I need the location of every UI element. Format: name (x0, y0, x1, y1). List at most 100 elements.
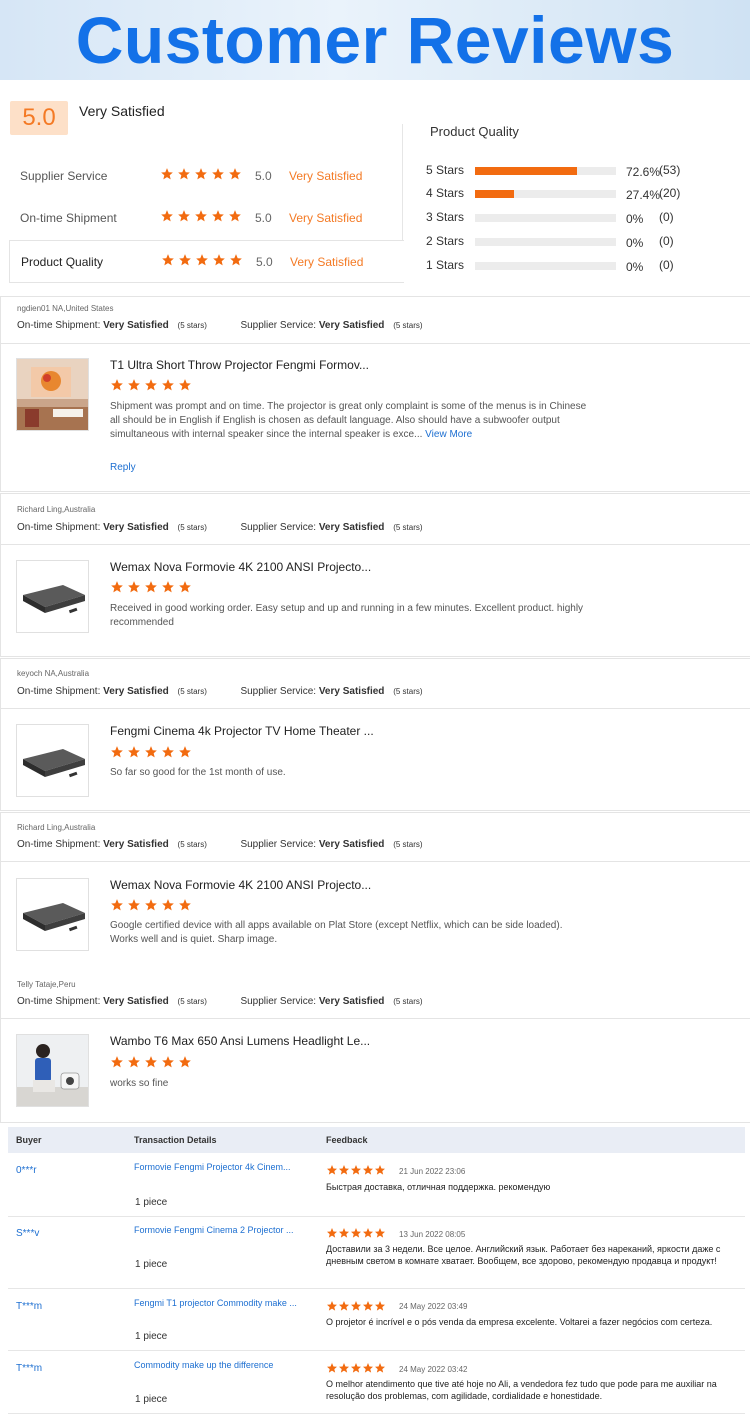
star-icon (350, 1164, 362, 1176)
review-product-title[interactable]: Fengmi Cinema 4k Projector TV Home Theat… (110, 724, 374, 738)
header-feedback: Feedback (326, 1135, 368, 1145)
star-icon (326, 1227, 338, 1239)
review-product-title[interactable]: Wemax Nova Formovie 4K 2100 ANSI Project… (110, 878, 371, 892)
star-icon (127, 378, 141, 392)
star-icon (228, 209, 242, 223)
buyer-name[interactable]: 0***r (16, 1165, 37, 1176)
star-icon (127, 580, 141, 594)
review-meta: On-time Shipment: Very Satisfied (5 star… (17, 996, 423, 1007)
service-stars-text: (5 stars) (393, 523, 423, 532)
rating-row-product-quality[interactable]: Product Quality 5.0 Very Satisfied (9, 240, 404, 283)
star-icon (178, 745, 192, 759)
star-icon (161, 1055, 175, 1069)
review-product-title[interactable]: Wemax Nova Formovie 4K 2100 ANSI Project… (110, 560, 371, 574)
distribution-bar (475, 190, 616, 198)
woman-with-projector-image[interactable] (16, 1034, 89, 1107)
review-text: Google certified device with all apps av… (110, 920, 563, 945)
shipment-value: Very Satisfied (103, 996, 169, 1007)
rating-text: Very Satisfied (290, 255, 364, 269)
feedback-text: O projetor é incrível e o pós venda da e… (326, 1317, 713, 1327)
projector-black-image[interactable] (16, 878, 89, 951)
shipment-value: Very Satisfied (103, 686, 169, 697)
service-value: Very Satisfied (318, 839, 385, 850)
review-meta: On-time Shipment: Very Satisfied (5 star… (17, 686, 423, 697)
star-icon (211, 209, 225, 223)
reply-link[interactable]: Reply (110, 462, 136, 473)
distribution-bar-fill (475, 167, 578, 175)
distribution-bar (475, 214, 616, 222)
star-icon (350, 1300, 362, 1312)
shipment-label: On-time Shipment: (17, 839, 101, 850)
service-value: Very Satisfied (318, 320, 385, 331)
transaction-product-link[interactable]: Formovie Fengmi Cinema 2 Projector ... (134, 1225, 294, 1235)
distribution-label: 3 Stars (426, 210, 465, 224)
review-product-title[interactable]: T1 Ultra Short Throw Projector Fengmi Fo… (110, 358, 369, 372)
distribution-count: (0) (659, 234, 674, 248)
feedback-stars (326, 1164, 386, 1182)
feedback-date: 24 May 2022 03:42 (399, 1365, 468, 1374)
star-icon (161, 253, 175, 267)
rating-score: 5.0 (255, 169, 272, 183)
buyer-name[interactable]: T***m (16, 1363, 42, 1374)
review-card: Richard Ling,Australia On-time Shipment:… (0, 493, 750, 657)
star-icon (194, 209, 208, 223)
star-icon (178, 378, 192, 392)
shipment-stars-text: (5 stars) (177, 687, 207, 696)
table-row: T***m Fengmi T1 projector Commodity make… (8, 1289, 745, 1350)
distribution-bar-fill (475, 190, 514, 198)
review-stars (110, 580, 195, 598)
rating-text: Very Satisfied (289, 169, 363, 183)
transaction-product-link[interactable]: Fengmi T1 projector Commodity make ... (134, 1298, 297, 1308)
star-icon (374, 1164, 386, 1176)
review-product-title[interactable]: Wambo T6 Max 650 Ansi Lumens Headlight L… (110, 1034, 370, 1048)
distribution-percent: 0% (626, 260, 644, 274)
table-row: T***m Commodity make up the difference 1… (8, 1351, 745, 1413)
projector-black-image[interactable] (16, 724, 89, 797)
projector-black-image[interactable] (16, 560, 89, 633)
service-label: Supplier Service: (240, 522, 317, 533)
star-icon (195, 253, 209, 267)
view-more-link[interactable]: View More (425, 429, 472, 440)
distribution-count: (0) (659, 258, 674, 272)
star-icon (338, 1227, 350, 1239)
star-icon (110, 745, 124, 759)
star-icon (144, 898, 158, 912)
star-icon (144, 378, 158, 392)
buyer-name[interactable]: S***v (16, 1228, 39, 1239)
star-icon (178, 580, 192, 594)
transaction-product-link[interactable]: Formovie Fengmi Projector 4k Cinem... (134, 1162, 291, 1172)
star-icon (362, 1227, 374, 1239)
service-stars-text: (5 stars) (393, 321, 423, 330)
star-icon (374, 1300, 386, 1312)
feedback-date: 21 Jun 2022 23:06 (399, 1167, 466, 1176)
overall-score-badge: 5.0 (10, 101, 68, 135)
transaction-quantity: 1 piece (135, 1259, 168, 1270)
star-icon (338, 1164, 350, 1176)
distribution-row-2: 2 Stars 0% (0) (426, 234, 726, 250)
review-stars (110, 898, 195, 916)
rating-name: Supplier Service (20, 169, 108, 183)
projector-wall-image[interactable] (16, 358, 89, 431)
star-icon (110, 378, 124, 392)
star-icon (350, 1362, 362, 1374)
rating-text: Very Satisfied (289, 211, 363, 225)
star-icon (362, 1362, 374, 1374)
star-icon (160, 167, 174, 181)
rating-name: On-time Shipment (20, 211, 117, 225)
review-body: Shipment was prompt and on time. The pro… (110, 401, 587, 440)
header-transaction: Transaction Details (134, 1135, 217, 1145)
distribution-count: (20) (659, 186, 681, 200)
feedback-date: 13 Jun 2022 08:05 (399, 1230, 466, 1239)
star-icon (144, 580, 158, 594)
buyer-name[interactable]: T***m (16, 1301, 42, 1312)
star-icon (374, 1227, 386, 1239)
reviewer-name: ngdien01 NA,United States (17, 304, 114, 313)
star-icon (194, 167, 208, 181)
distribution-label: 2 Stars (426, 234, 465, 248)
reviewer-name: Richard Ling,Australia (17, 505, 96, 514)
star-icon (177, 167, 191, 181)
overall-label: Very Satisfied (79, 103, 165, 119)
transaction-product-link[interactable]: Commodity make up the difference (134, 1360, 273, 1370)
distribution-percent: 0% (626, 236, 644, 250)
shipment-stars-text: (5 stars) (177, 840, 207, 849)
